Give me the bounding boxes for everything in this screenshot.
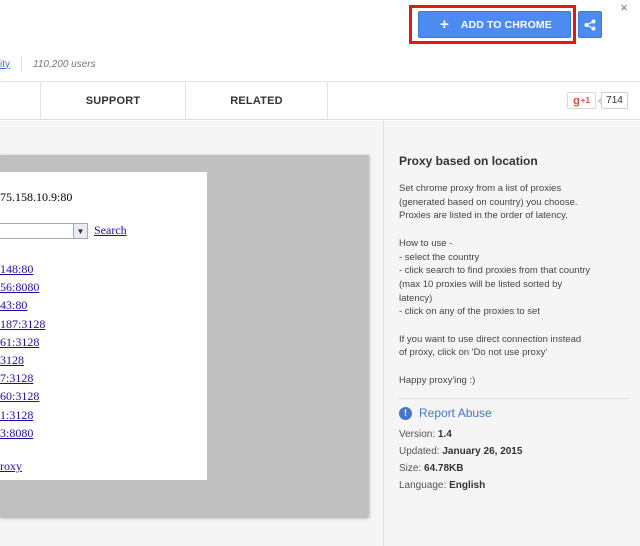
screenshot-proxy-item: 187:3128 — [0, 316, 46, 331]
report-abuse-label: Report Abuse — [419, 406, 492, 420]
howto-line: (max 10 proxies will be listed sorted by — [399, 278, 563, 290]
screenshot-proxy-item: 3:8080 — [0, 425, 34, 440]
language-label: Language: — [399, 480, 447, 491]
tab-related[interactable]: RELATED — [186, 82, 327, 120]
screenshot-ip: 75.158.10.9:80 — [0, 190, 73, 204]
language-value: English — [449, 480, 486, 491]
howto-line: latency) — [399, 292, 433, 304]
header-bar: × + ADD TO CHROME ity 110,200 users — [0, 0, 640, 82]
report-abuse-icon: ! — [399, 406, 412, 420]
screenshot-proxy-item: 60:3128 — [0, 389, 40, 404]
screenshot-no-proxy-link: roxy — [0, 459, 22, 473]
plus-icon: + — [440, 16, 449, 33]
tabs-bar: SUPPORT RELATED — [0, 82, 640, 120]
gplus-icon: g — [573, 94, 580, 107]
users-count: 110,200 users — [33, 58, 96, 70]
screenshot-frame: 75.158.10.9:80 ▼ Search 148:80 56:8080 4… — [0, 155, 369, 517]
extension-description: Set chrome proxy from a list of proxies … — [399, 182, 629, 388]
report-abuse-link[interactable]: ! Report Abuse — [399, 406, 492, 420]
share-icon — [584, 19, 596, 30]
add-to-chrome-button[interactable]: + ADD TO CHROME — [418, 11, 571, 38]
extension-title: Proxy based on location — [399, 154, 538, 168]
details-panel: Proxy based on location Set chrome proxy… — [383, 121, 640, 546]
howto-line: - select the country — [399, 251, 480, 263]
description-line: (generated based on country) you choose. — [399, 196, 578, 208]
tab-support[interactable]: SUPPORT — [41, 82, 185, 120]
size-info: Size: 64.78KB — [399, 463, 463, 474]
howto-line: How to use - — [399, 237, 453, 249]
main-content: 75.158.10.9:80 ▼ Search 148:80 56:8080 4… — [0, 121, 640, 546]
updated-label: Updated: — [399, 446, 440, 457]
screenshot-proxy-list: 148:80 56:8080 43:80 187:3128 61:3128 31… — [0, 260, 45, 442]
share-button[interactable] — [578, 11, 602, 38]
screenshot-proxy-item: 61:3128 — [0, 334, 40, 349]
screenshot-proxy-item: 1:3128 — [0, 407, 34, 422]
happy-line: Happy proxy'ing :) — [399, 374, 476, 386]
size-value: 64.78KB — [424, 463, 464, 474]
version-value: 1.4 — [437, 429, 452, 440]
screenshot-search-link: Search — [94, 223, 127, 237]
screenshot-proxy-item: 56:8080 — [0, 280, 40, 295]
updated-info: Updated: January 26, 2015 — [399, 446, 522, 457]
direct-line: If you want to use direct connection ins… — [399, 333, 582, 345]
gplus-sup: +1 — [580, 96, 590, 105]
version-info: Version: 1.4 — [399, 429, 452, 440]
direct-line: of proxy, click on 'Do not use proxy' — [399, 347, 548, 359]
screenshot-proxy-item: 148:80 — [0, 262, 34, 276]
description-line: Proxies are listed in the order of laten… — [399, 210, 568, 222]
howto-line: - click on any of the proxies to set — [399, 306, 540, 318]
description-line: Set chrome proxy from a list of proxies — [399, 183, 562, 194]
gplus-count: 714 — [597, 92, 628, 109]
tab-divider — [327, 82, 328, 120]
screenshot-proxy-item: 3128 — [0, 352, 24, 367]
size-label: Size: — [399, 463, 422, 474]
screenshot-proxy-item: 7:3128 — [0, 371, 34, 386]
screenshot-country-select: ▼ — [0, 223, 88, 239]
meta-divider — [21, 57, 22, 71]
add-to-chrome-label: ADD TO CHROME — [460, 18, 552, 31]
close-icon[interactable]: × — [618, 1, 630, 15]
category-link[interactable]: ity — [0, 59, 10, 70]
gplus-button[interactable]: g +1 — [567, 92, 596, 109]
version-label: Version: — [399, 429, 436, 440]
updated-value: January 26, 2015 — [442, 446, 523, 457]
meta-row: ity 110,200 users — [0, 57, 96, 71]
screenshot-image: 75.158.10.9:80 ▼ Search 148:80 56:8080 4… — [0, 172, 207, 480]
screenshot-proxy-item: 43:80 — [0, 298, 28, 313]
details-divider — [399, 398, 629, 399]
chevron-down-icon: ▼ — [73, 224, 87, 238]
language-info: Language: English — [399, 480, 485, 491]
howto-line: - click search to find proxies from that… — [399, 265, 591, 277]
